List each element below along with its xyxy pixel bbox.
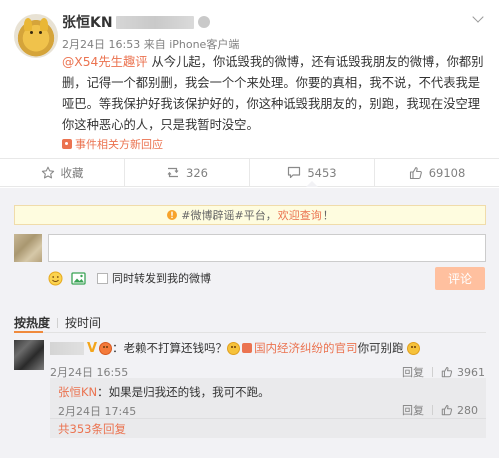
notice-link[interactable]: 欢迎查询 [278, 207, 322, 223]
post-meta: 2月24日 16:53 来自 iPhone客户端 [62, 36, 239, 52]
like-count: 69108 [428, 165, 466, 180]
comment-text-end: 你可别跑 [357, 341, 404, 355]
crown-badge-icon [99, 341, 113, 355]
weibo-post: 张恒KN 2月24日 16:53 来自 iPhone客户端 @X54先生趣评 从… [0, 0, 499, 155]
repost-count: 326 [186, 165, 208, 180]
tab-sort-by-hot[interactable]: 按热度 [14, 314, 50, 331]
thumbs-up-icon[interactable] [441, 404, 453, 416]
commenter-avatar[interactable] [14, 340, 44, 370]
comment-link[interactable]: 国内经济纠纷的官司 [254, 340, 358, 356]
comment-button[interactable]: 5453 [249, 159, 374, 187]
like-button[interactable]: 69108 [374, 159, 499, 186]
rumor-notice-bar: #微博辟谣#平台， 欢迎查询！ [14, 205, 486, 225]
comment-like-count: 3961 [457, 365, 485, 379]
comment-tools: 同时转发到我的微博 [48, 269, 211, 287]
emoji-icon[interactable] [48, 271, 63, 286]
my-avatar [14, 234, 42, 262]
action-divider [432, 405, 433, 415]
grin-emoji-icon [406, 341, 420, 355]
commenter-name-blurred[interactable] [50, 341, 84, 355]
verified-badge-icon [197, 16, 210, 28]
comment-icon [288, 166, 301, 179]
vip-badge-icon: V [87, 340, 98, 356]
notice-suffix: ！ [322, 209, 334, 222]
post-date[interactable]: 2月24日 16:53 [62, 38, 140, 51]
link-icon [242, 343, 253, 353]
comment-section: #微博辟谣#平台， 欢迎查询！ 同时转发到我的微博 评论 按热度 按时间 V ：老… [0, 188, 499, 458]
reply-like-count: 280 [457, 403, 478, 417]
action-bar: 收藏 326 5453 69108 [0, 158, 499, 187]
author-row: 张恒KN [62, 13, 210, 31]
image-icon[interactable] [71, 271, 86, 286]
repost-button[interactable]: 326 [124, 159, 249, 186]
view-all-replies-link[interactable]: 共353条回复 [50, 418, 486, 438]
favorite-label: 收藏 [60, 165, 84, 180]
star-icon [41, 166, 54, 178]
more-options-chevron-icon[interactable] [471, 11, 485, 25]
favorite-button[interactable]: 收藏 [0, 159, 124, 186]
reply-actions: 回复 280 [402, 402, 478, 418]
action-divider [432, 367, 433, 377]
mention-link[interactable]: @X54先生趣评 [62, 55, 148, 69]
comment-text-start: ：老赖不打算还钱吗？ [112, 341, 228, 355]
post-source: 来自 iPhone客户端 [143, 38, 240, 51]
reply-text: 张恒KN：如果是归我还的钱，我可不跑。 [58, 384, 270, 400]
confused-emoji-icon [227, 341, 241, 355]
author-avatar[interactable] [14, 14, 58, 58]
repost-checkbox-label[interactable]: 同时转发到我的微博 [112, 270, 211, 286]
sort-tabs: 按热度 按时间 [14, 314, 101, 331]
comment-text: V ：老赖不打算还钱吗？ 国内经济纠纷的官司 你可别跑 [50, 338, 490, 358]
repost-checkbox[interactable] [97, 272, 108, 284]
event-tag-icon [62, 139, 72, 149]
thumbs-up-icon[interactable] [441, 366, 453, 378]
event-link-label: 事件相关方新回应 [75, 138, 163, 151]
reply-item: 张恒KN：如果是归我还的钱，我可不跑。 2月24日 17:45 回复 280 [50, 378, 486, 418]
author-name-blurred [115, 15, 194, 29]
reply-time: 2月24日 17:45 [58, 405, 137, 418]
event-link[interactable]: 事件相关方新回应 [62, 136, 163, 152]
submit-comment-button[interactable]: 评论 [435, 267, 485, 290]
tab-sort-by-time[interactable]: 按时间 [65, 314, 101, 331]
reply-reply-button[interactable]: 回复 [402, 402, 424, 418]
info-icon [167, 210, 178, 220]
sort-divider [14, 332, 486, 333]
active-tab-indicator [14, 331, 43, 333]
reply-body: ：如果是归我还的钱，我可不跑。 [97, 385, 270, 399]
comment-count: 5453 [307, 165, 337, 180]
post-text: @X54先生趣评 从今儿起，你诋毁我的微博，还有诋毁我朋友的微博，你都别删，记得… [62, 52, 490, 136]
author-name[interactable]: 张恒KN [62, 12, 113, 32]
tab-divider [57, 317, 59, 328]
thumbs-up-icon [409, 166, 422, 179]
comment-input[interactable] [48, 234, 486, 262]
notice-text: #微博辟谣#平台， [181, 209, 277, 222]
repost-icon [167, 167, 179, 178]
reply-user[interactable]: 张恒KN [58, 385, 97, 399]
